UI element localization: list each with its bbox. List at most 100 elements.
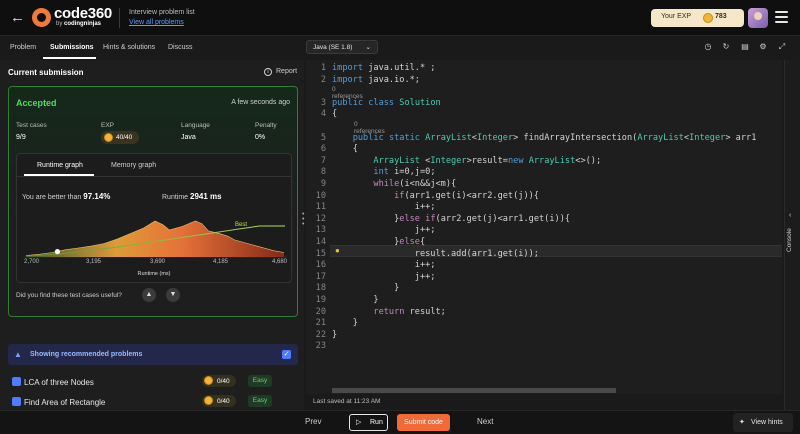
line-number: 12 [315, 213, 326, 224]
line-number: 17 [315, 271, 326, 282]
tab-memory-graph[interactable]: Memory graph [111, 162, 156, 169]
line-number: 16 [315, 260, 326, 271]
view-hints-button[interactable]: ✦ View hints [733, 413, 793, 432]
code-text[interactable]: if(arr1.get(i)<arr2.get(j)){ [332, 191, 539, 201]
list-item[interactable]: LCA of three Nodes [12, 377, 94, 387]
recommended-label: Showing recommended problems [30, 351, 143, 358]
logo-text[interactable]: code360 [54, 5, 112, 22]
exp-badge[interactable]: Your EXP 783 [651, 9, 744, 27]
graph-tab-divider [17, 176, 291, 177]
code-editor[interactable]: ● 1 import java.util.* ; 2 import java.io.*… [306, 60, 782, 394]
gear-icon[interactable]: ⚙ [758, 42, 768, 52]
timer-icon[interactable]: ◷ [703, 42, 713, 52]
user-avatar[interactable] [748, 8, 768, 28]
code-text[interactable]: return result; [332, 307, 445, 317]
report-button[interactable]: Report [276, 68, 297, 75]
stat-value-penalty: 0% [255, 134, 266, 141]
code-text[interactable]: import java.util.* ; [332, 63, 435, 73]
line-number: 10 [315, 190, 326, 201]
code-text[interactable]: ArrayList <Integer>result=new ArrayList<… [332, 156, 601, 166]
language-select[interactable]: Java (SE 1.8) ⌄ [306, 40, 378, 54]
current-submission-title: Current submission [8, 68, 84, 77]
logo-sub-prefix: by [56, 21, 63, 27]
x-tick-label: 3,195 [86, 259, 102, 265]
code-text[interactable]: j++; [332, 225, 436, 235]
fullscreen-icon[interactable]: ⤢ [777, 42, 787, 52]
best-label: Best [235, 222, 248, 228]
hamburger-menu-icon[interactable] [775, 11, 788, 23]
info-icon[interactable]: i [264, 68, 272, 76]
view-hints-label: View hints [751, 419, 783, 426]
code-text[interactable]: j++; [332, 272, 436, 282]
breadcrumb-title: Interview problem list [129, 9, 195, 16]
code360-logo-icon[interactable] [32, 8, 51, 27]
line-number: 22 [315, 329, 326, 340]
chevron-down-icon: ⌄ [365, 44, 371, 51]
run-button[interactable]: ▷ Run [349, 414, 388, 431]
view-all-problems-link[interactable]: View all problems [129, 19, 184, 26]
test-cases-useful-question: Did you find these test cases useful? [16, 292, 122, 299]
problem-name: Find Area of Rectangle [24, 398, 106, 407]
code-text[interactable]: i++; [332, 260, 436, 270]
tab-discuss[interactable]: Discuss [168, 44, 193, 51]
back-arrow-icon[interactable]: ← [10, 10, 26, 26]
stat-label-penalty: Penalty [255, 122, 277, 129]
tab-submissions[interactable]: Submissions [50, 44, 94, 51]
console-label[interactable]: Console [786, 228, 793, 252]
list-item[interactable]: Find Area of Rectangle [12, 397, 105, 407]
problem-exp-pill: 0/40 [202, 375, 236, 387]
code-text[interactable]: public class Solution [332, 98, 441, 108]
tab-hints-solutions[interactable]: Hints & solutions [103, 44, 155, 51]
code-text[interactable]: while(i<n&&j<m){ [332, 179, 456, 189]
code-text[interactable]: public static ArrayList<Integer> findArr… [332, 133, 757, 143]
top-header: ← code360 by codingninjas Interview prob… [0, 0, 800, 36]
runtime-text: Runtime 2941 ms [162, 192, 222, 201]
tab-problem[interactable]: Problem [10, 44, 36, 51]
code-text[interactable]: } [332, 318, 358, 328]
code-text[interactable]: }else if(arr2.get(j)<arr1.get(i)){ [332, 214, 570, 224]
horizontal-scrollbar[interactable] [332, 388, 616, 393]
prev-button[interactable]: Prev [305, 417, 321, 426]
code-text[interactable]: } [332, 295, 378, 305]
submit-code-button[interactable]: Submit code [397, 414, 450, 431]
checkbox-checked-icon[interactable]: ✓ [282, 350, 291, 359]
better-than-prefix: You are better than [22, 194, 82, 201]
difficulty-badge: Easy [248, 375, 272, 387]
line-number: 6 [320, 144, 326, 155]
code-text[interactable]: }else{ [332, 237, 425, 247]
line-number: 19 [315, 295, 326, 305]
layout-icon[interactable]: ▤ [740, 42, 750, 52]
thumbs-up-icon[interactable]: ▲ [142, 288, 156, 302]
next-button[interactable]: Next [477, 417, 493, 426]
code-text[interactable]: import java.io.*; [332, 75, 420, 85]
coin-icon [204, 376, 213, 385]
recommended-problems-bar[interactable]: ▲ Showing recommended problems ✓ [8, 344, 298, 365]
thumbs-down-icon[interactable]: ▼ [166, 288, 180, 302]
exp-label: Your EXP [661, 13, 692, 20]
run-label: Run [370, 419, 383, 426]
reset-icon[interactable]: ↻ [721, 42, 731, 52]
code-text[interactable]: result.add(arr1.get(i)); [332, 249, 539, 259]
exp-value: 783 [715, 13, 727, 20]
submission-panel: Current submission i Report Accepted A f… [0, 60, 304, 410]
logo-sub-brand: codingninjas [64, 21, 102, 27]
language-value: Java (SE 1.8) [313, 44, 353, 51]
line-number: 4 [320, 109, 326, 120]
tab-runtime-graph[interactable]: Runtime graph [37, 162, 83, 169]
code-text[interactable]: { [332, 109, 337, 119]
code-text[interactable]: int i=0,j=0; [332, 167, 435, 177]
stat-label-test-cases: Test cases [16, 122, 47, 129]
line-number: 14 [315, 237, 326, 247]
problem-tabs: Problem Submissions Hints & solutions Di… [0, 38, 305, 59]
code-text[interactable]: } [332, 330, 337, 340]
code-text[interactable]: { [332, 144, 358, 154]
code-text[interactable]: i++; [332, 202, 436, 212]
code-text[interactable]: } [332, 283, 399, 293]
performance-graph-box: Runtime graph Memory graph You are bette… [16, 153, 292, 283]
stat-label-language: Language [181, 122, 210, 129]
status-accepted: Accepted [16, 98, 57, 108]
your-runtime-marker[interactable] [54, 249, 60, 255]
line-number: 15 [315, 248, 326, 259]
stat-label-exp: EXP [101, 122, 115, 129]
chevron-left-icon[interactable]: ‹ [789, 212, 791, 219]
